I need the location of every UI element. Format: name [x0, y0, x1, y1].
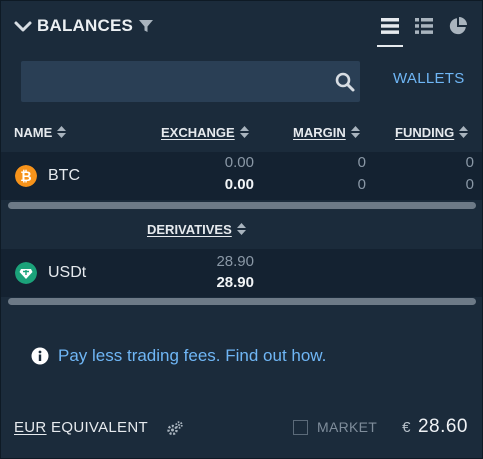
column-header-derivatives-label: DERIVATIVES — [147, 222, 232, 237]
search-box — [21, 61, 360, 102]
coin-name: USDt — [48, 264, 87, 281]
margin-total: 0 — [357, 154, 366, 171]
total-balance: €28.60 — [402, 416, 468, 438]
derivatives-available: 28.90 — [216, 274, 254, 291]
total-value: 28.60 — [417, 416, 468, 437]
exchange-total: 0.00 — [224, 154, 254, 171]
market-label: MARKET — [317, 419, 378, 435]
panel-title: BALANCES — [37, 16, 134, 35]
column-header-name-label: NAME — [14, 125, 53, 140]
equivalent-label: EUR EQUIVALENT — [14, 419, 148, 436]
sort-icon — [239, 126, 249, 138]
list-view-icon[interactable] — [377, 13, 403, 39]
equivalent-text: EQUIVALENT — [51, 419, 148, 436]
derivatives-total: 28.90 — [216, 253, 254, 270]
sort-icon — [57, 126, 67, 138]
sort-icon — [236, 223, 246, 235]
svg-text:₿: ₿ — [20, 168, 31, 184]
column-header-margin-label: MARGIN — [293, 125, 346, 140]
funding-total: 0 — [465, 154, 474, 171]
info-icon — [31, 347, 49, 365]
active-view-indicator — [377, 45, 403, 47]
horizontal-scrollbar[interactable] — [8, 202, 476, 209]
column-header-exchange-label: EXCHANGE — [161, 125, 235, 140]
wallets-link[interactable]: WALLETS — [393, 70, 465, 87]
detailed-list-icon[interactable] — [411, 13, 437, 39]
column-header-name[interactable]: NAME — [14, 125, 67, 140]
gears-icon[interactable] — [166, 420, 184, 438]
column-header-funding-label: FUNDING — [395, 125, 455, 140]
balances-panel: BALANCES WALLETS NAME EXCHANGE MARGIN FU… — [0, 0, 483, 459]
exchange-available: 0.00 — [224, 176, 254, 193]
funding-available: 0 — [465, 176, 474, 193]
search-input[interactable] — [31, 61, 331, 102]
margin-available: 0 — [357, 176, 366, 193]
sort-icon — [459, 126, 469, 138]
column-header-derivatives[interactable]: DERIVATIVES — [147, 222, 246, 237]
search-icon[interactable] — [334, 71, 356, 93]
column-header-funding[interactable]: FUNDING — [395, 125, 469, 140]
bitcoin-icon: ₿ — [15, 165, 37, 187]
chevron-down-icon[interactable] — [13, 17, 33, 37]
column-header-exchange[interactable]: EXCHANGE — [161, 125, 249, 140]
panel-header: BALANCES — [1, 1, 482, 51]
table-row[interactable]: ₿ BTC 0.00 0.00 0 0 0 0 — [1, 152, 482, 200]
coin-name: BTC — [48, 167, 80, 184]
column-header-margin[interactable]: MARGIN — [293, 125, 360, 140]
currency-selector[interactable]: EUR — [14, 419, 47, 436]
sort-icon — [350, 126, 360, 138]
table-row[interactable]: USDt 28.90 28.90 — [1, 249, 482, 297]
currency-symbol: € — [402, 419, 411, 436]
market-checkbox[interactable] — [293, 420, 308, 435]
horizontal-scrollbar[interactable] — [8, 298, 476, 305]
pie-chart-icon[interactable] — [445, 13, 471, 39]
trading-fees-promo-link[interactable]: Pay less trading fees. Find out how. — [58, 346, 326, 366]
tether-icon — [15, 262, 37, 284]
filter-icon[interactable] — [138, 18, 154, 34]
